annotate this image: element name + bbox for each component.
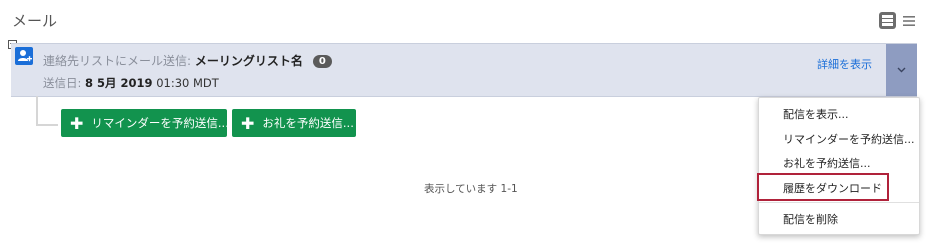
page-title: メール <box>12 12 58 30</box>
card-title-prefix: 連絡先リストにメール送信: <box>43 54 195 68</box>
schedule-thanks-label: お礼を予約送信... <box>262 116 354 130</box>
schedule-reminder-button[interactable]: ✚ リマインダーを予約送信... <box>61 109 229 137</box>
menu-item-delete-delivery[interactable]: 配信を削除 <box>783 211 838 227</box>
sent-date-line: 送信日: 8 5月 2019 01:30 MDT <box>43 75 219 91</box>
card-dropdown-menu: 配信を表示... リマインダーを予約送信... お礼を予約送信... 履歴をダウ… <box>758 97 920 235</box>
sent-label: 送信日: <box>43 76 86 90</box>
menu-divider <box>759 202 919 203</box>
plus-icon: ✚ <box>241 113 255 133</box>
highlight-box <box>757 173 889 201</box>
card-view-icon[interactable] <box>879 12 896 29</box>
chevron-down-icon <box>897 67 906 73</box>
email-card: 連絡先リストにメール送信: メーリングリスト名 0 送信日: 8 5月 2019 … <box>11 43 917 97</box>
schedule-reminder-label: リマインダーを予約送信... <box>91 116 229 130</box>
menu-item-view-delivery[interactable]: 配信を表示... <box>783 106 849 122</box>
count-badge: 0 <box>312 55 332 68</box>
sent-time: 01:30 MDT <box>152 76 219 90</box>
view-details-link[interactable]: 詳細を表示 <box>817 56 872 72</box>
menu-item-schedule-thanks[interactable]: お礼を予約送信... <box>783 155 871 171</box>
card-menu-button[interactable] <box>886 44 917 96</box>
list-view-icon[interactable] <box>900 12 917 29</box>
card-title: 連絡先リストにメール送信: メーリングリスト名 0 <box>43 52 332 69</box>
contact-list-icon <box>15 47 33 65</box>
mailing-list-name: メーリングリスト名 <box>194 54 303 68</box>
schedule-thanks-button[interactable]: ✚ お礼を予約送信... <box>232 109 356 137</box>
plus-icon: ✚ <box>70 113 84 133</box>
pagination-status: 表示しています 1-1 <box>424 183 518 195</box>
sent-date: 8 5月 2019 <box>85 76 153 90</box>
menu-item-schedule-reminder[interactable]: リマインダーを予約送信... <box>783 131 915 147</box>
view-toggle <box>879 12 917 29</box>
tree-connector <box>36 96 58 126</box>
